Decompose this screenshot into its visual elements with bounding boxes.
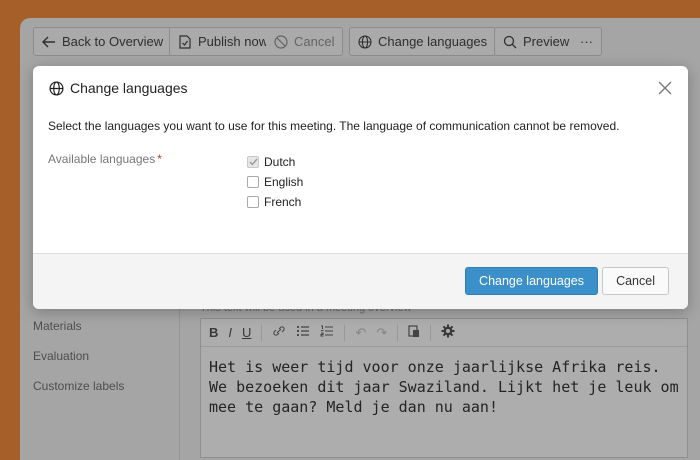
- globe-icon: [49, 80, 64, 96]
- available-languages-label: Available languages *: [48, 152, 162, 166]
- cancel-button[interactable]: Cancel: [602, 267, 669, 295]
- dialog-title: Change languages: [70, 80, 188, 96]
- language-name: Dutch: [264, 155, 296, 169]
- available-languages-text: Available languages: [48, 152, 156, 166]
- language-name: English: [264, 175, 304, 189]
- language-option-french: French: [247, 192, 303, 212]
- required-mark: *: [157, 152, 162, 166]
- checkbox-french[interactable]: [247, 196, 259, 208]
- checkbox-english[interactable]: [247, 176, 259, 188]
- change-languages-dialog: Change languages Select the languages yo…: [33, 66, 688, 309]
- checkbox-dutch[interactable]: [247, 156, 259, 168]
- language-option-english: English: [247, 172, 303, 192]
- language-option-dutch: Dutch: [247, 152, 303, 172]
- language-checkbox-list: Dutch English French: [247, 152, 303, 212]
- dialog-description: Select the languages you want to use for…: [48, 119, 620, 133]
- close-dialog-button[interactable]: [656, 79, 674, 97]
- dialog-header: Change languages: [49, 80, 188, 96]
- language-name: French: [264, 195, 302, 209]
- change-languages-button[interactable]: Change languages: [465, 267, 598, 295]
- close-icon: [658, 81, 672, 95]
- dialog-footer: Change languages Cancel: [33, 253, 688, 309]
